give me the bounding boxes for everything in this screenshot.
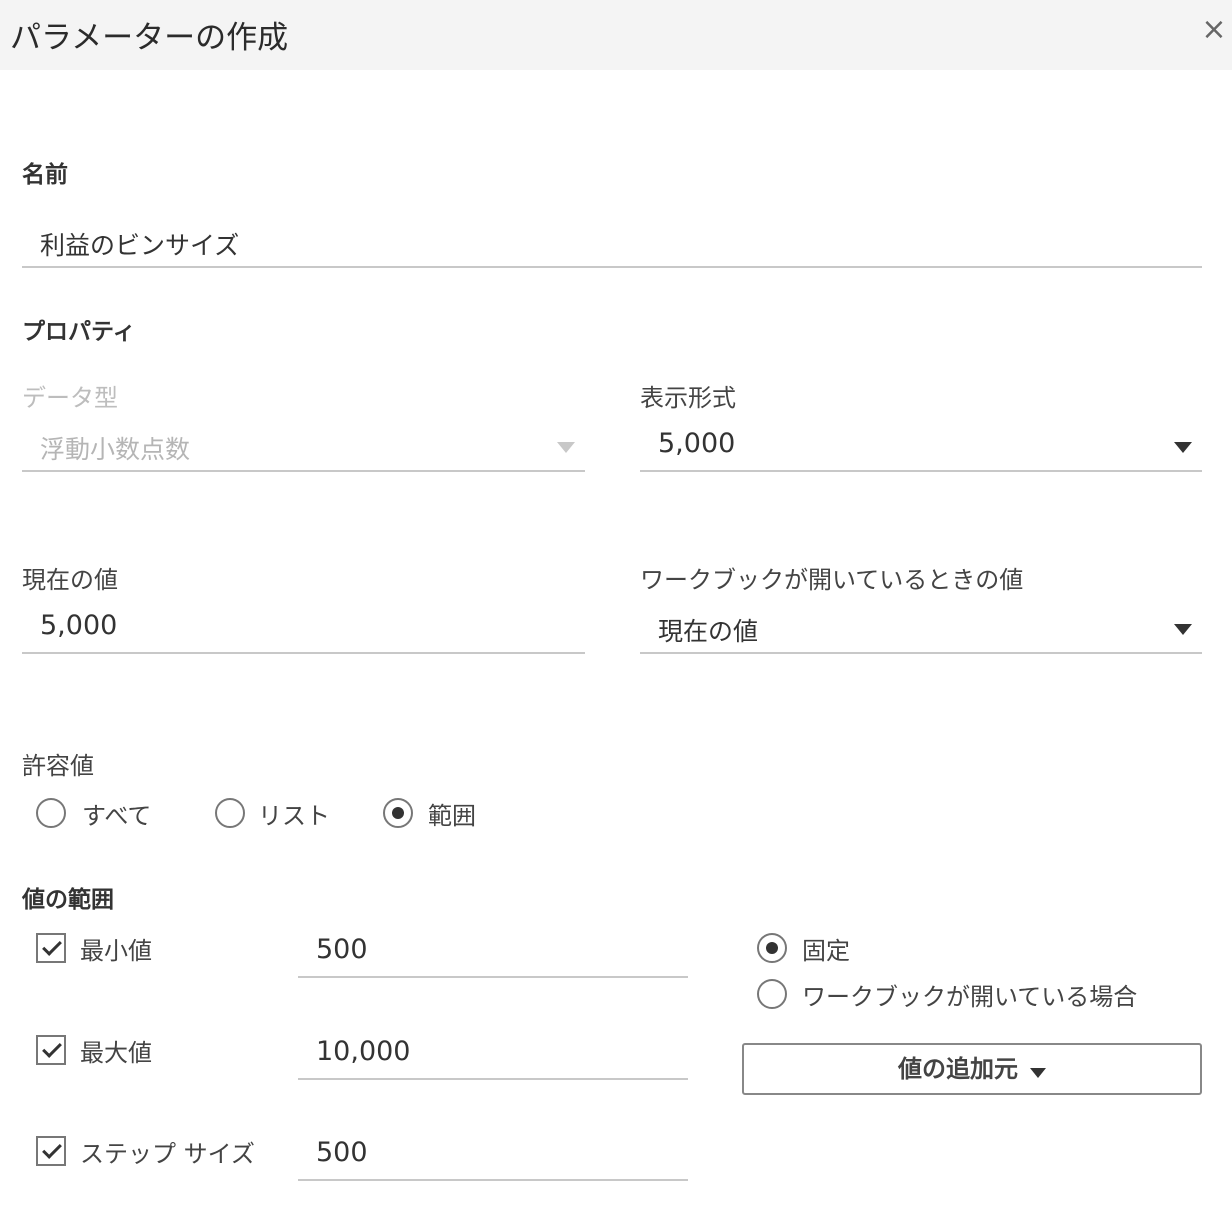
workbook-open-value-value: 現在の値 bbox=[658, 617, 759, 646]
display-format-select[interactable]: 5,000 bbox=[640, 422, 1202, 472]
current-value-input[interactable]: 5,000 bbox=[22, 604, 585, 654]
max-value-label[interactable]: 最大値 bbox=[80, 1033, 152, 1068]
allowed-all-label[interactable]: すべて bbox=[82, 796, 151, 831]
workbook-open-radio[interactable] bbox=[757, 979, 787, 1009]
display-format-label: 表示形式 bbox=[640, 384, 736, 412]
min-value-label[interactable]: 最小値 bbox=[80, 931, 152, 966]
workbook-open-value-label: ワークブックが開いているときの値 bbox=[640, 566, 1024, 594]
min-value-input[interactable]: 500 bbox=[298, 928, 688, 978]
allowed-list-label[interactable]: リスト bbox=[258, 796, 330, 831]
allowed-range-radio[interactable] bbox=[383, 798, 413, 828]
step-size-value: 500 bbox=[316, 1137, 368, 1168]
data-type-select: 浮動小数点数 bbox=[22, 422, 585, 472]
workbook-open-value-select[interactable]: 現在の値 bbox=[640, 604, 1202, 654]
workbook-open-label[interactable]: ワークブックが開いている場合 bbox=[802, 977, 1137, 1012]
step-size-label[interactable]: ステップ サイズ bbox=[80, 1134, 255, 1169]
range-section-label: 値の範囲 bbox=[22, 887, 114, 913]
chevron-down-icon bbox=[1174, 442, 1192, 453]
step-size-checkbox[interactable] bbox=[36, 1136, 66, 1166]
fixed-radio[interactable] bbox=[757, 933, 787, 963]
max-value-checkbox[interactable] bbox=[36, 1035, 66, 1065]
current-value-label: 現在の値 bbox=[22, 566, 118, 594]
allowed-values-label: 許容値 bbox=[22, 752, 94, 780]
allowed-all-radio[interactable] bbox=[36, 798, 66, 828]
current-value-value: 5,000 bbox=[40, 610, 118, 641]
properties-section-label: プロパティ bbox=[22, 319, 136, 345]
data-type-label: データ型 bbox=[22, 384, 118, 412]
dialog-title: パラメーターの作成 bbox=[10, 20, 289, 56]
data-type-value: 浮動小数点数 bbox=[40, 435, 191, 464]
max-value-value: 10,000 bbox=[316, 1036, 411, 1067]
fixed-label[interactable]: 固定 bbox=[802, 931, 850, 966]
name-input-value: 利益のビンサイズ bbox=[40, 231, 240, 260]
allowed-range-label[interactable]: 範囲 bbox=[428, 796, 476, 831]
add-values-from-label: 値の追加元 bbox=[898, 1055, 1018, 1083]
allowed-list-radio[interactable] bbox=[215, 798, 245, 828]
add-values-from-button[interactable]: 値の追加元 bbox=[742, 1043, 1202, 1095]
display-format-value: 5,000 bbox=[658, 428, 736, 459]
chevron-down-icon bbox=[1030, 1067, 1046, 1078]
close-icon[interactable]: × bbox=[1196, 12, 1232, 48]
chevron-down-icon bbox=[1174, 624, 1192, 635]
min-value-checkbox[interactable] bbox=[36, 933, 66, 963]
chevron-down-icon bbox=[557, 442, 575, 453]
name-input[interactable]: 利益のビンサイズ bbox=[22, 218, 1202, 268]
min-value-value: 500 bbox=[316, 934, 368, 965]
name-section-label: 名前 bbox=[22, 162, 68, 188]
max-value-input[interactable]: 10,000 bbox=[298, 1030, 688, 1080]
step-size-input[interactable]: 500 bbox=[298, 1131, 688, 1181]
